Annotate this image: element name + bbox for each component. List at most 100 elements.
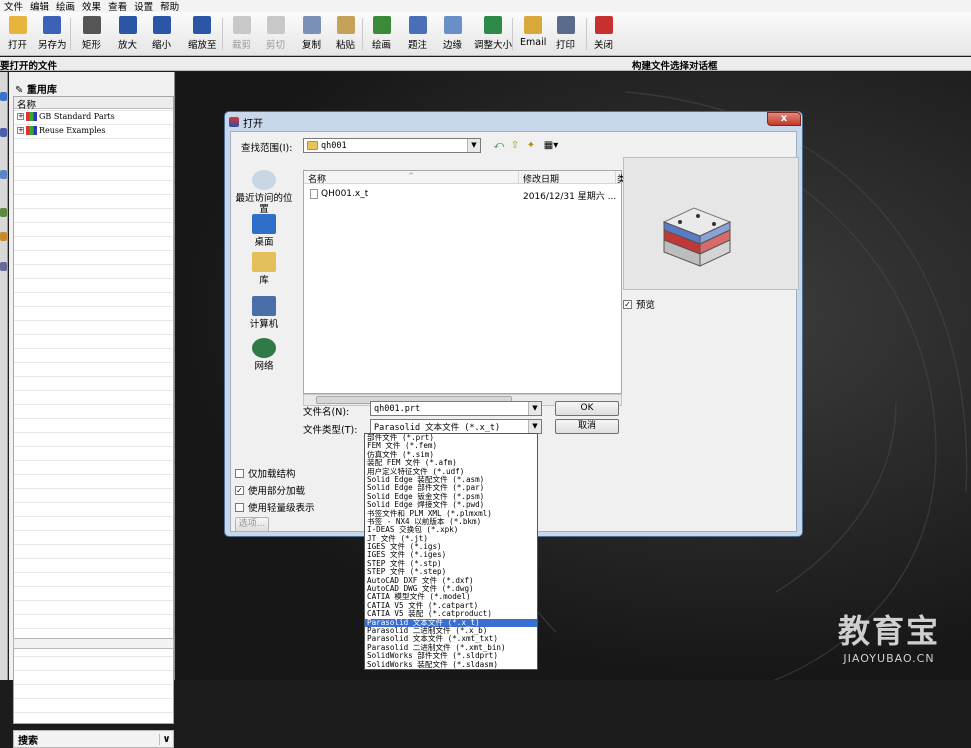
- load-structure-checkbox[interactable]: 仅加载结构: [235, 466, 296, 480]
- toolbar-button-caption[interactable]: 题注: [408, 14, 427, 54]
- toolbar-separator: [70, 18, 71, 50]
- place-desktop[interactable]: 桌面: [234, 214, 294, 248]
- toolbar-label: 粘贴: [336, 40, 356, 51]
- option-label: 使用部分加载: [248, 486, 306, 497]
- filetype-dropdown-list[interactable]: 部件文件 (*.prt) FEM 文件 (*.fem) 仿真文件 (*.sim) 装配…: [364, 433, 538, 670]
- email-icon: [524, 16, 543, 34]
- resource-tab-icon[interactable]: [0, 262, 7, 271]
- column-date[interactable]: 修改日期: [523, 172, 559, 185]
- toolbar-button-zoom-out[interactable]: 缩小: [152, 14, 171, 54]
- library-icon: ✎: [15, 85, 24, 96]
- checkbox-box[interactable]: ✓: [623, 299, 632, 309]
- preview-checkbox[interactable]: ✓ 预览: [623, 297, 655, 311]
- print-icon: [556, 16, 575, 34]
- chevron-down-icon[interactable]: ▼: [528, 420, 541, 433]
- library-tree[interactable]: 名称 + GB Standard Parts + Reuse Examples: [13, 96, 174, 724]
- tree-item[interactable]: + Reuse Examples: [14, 123, 173, 137]
- toolbar-button-zoom-in[interactable]: 放大: [118, 14, 137, 54]
- options-button[interactable]: 选项...: [235, 517, 269, 532]
- toolbar-button-power[interactable]: 关闭: [594, 14, 613, 54]
- place-recent[interactable]: 最近访问的位置: [234, 170, 294, 215]
- folder-icon: [307, 141, 318, 150]
- app-icon: [229, 117, 239, 127]
- libraries-icon: [252, 252, 276, 272]
- toolbar-label: 边缘: [443, 40, 463, 51]
- chevron-down-icon[interactable]: ▼: [528, 402, 541, 415]
- toolbar-button-copy[interactable]: 复制: [302, 14, 321, 54]
- toolbar-button-resize[interactable]: 调整大小: [474, 14, 512, 54]
- toolbar-button-zoom-to[interactable]: 缩放至: [188, 14, 217, 54]
- chevron-down-icon[interactable]: ▼: [467, 139, 480, 152]
- file-row[interactable]: QH001.x_t 2016/12/31 星期六 ...: [304, 188, 621, 202]
- chevron-down-icon[interactable]: ∨: [159, 733, 173, 745]
- resource-tab-icon[interactable]: [0, 92, 7, 101]
- desktop-icon: [252, 214, 276, 234]
- toolbar-button-save[interactable]: 另存为: [38, 14, 67, 54]
- expand-icon[interactable]: +: [17, 112, 24, 120]
- tree-item[interactable]: + GB Standard Parts: [14, 109, 173, 123]
- tree-horizontal-scrollbar[interactable]: [13, 638, 174, 649]
- toolbar-button-print[interactable]: 打印: [556, 14, 575, 54]
- toolbar-button-email[interactable]: Email: [520, 14, 546, 54]
- toolbar-button-paint[interactable]: 绘画: [372, 14, 391, 54]
- cancel-button[interactable]: 取消: [555, 419, 619, 434]
- resource-tab-icon[interactable]: [0, 170, 7, 179]
- toolbar-button-crop[interactable]: 裁剪: [232, 14, 251, 54]
- checkbox-box[interactable]: ✓: [235, 485, 244, 495]
- partial-load-checkbox[interactable]: ✓ 使用部分加载: [235, 483, 305, 497]
- toolbar-button-cut[interactable]: 剪切: [266, 14, 285, 54]
- place-network[interactable]: 网络: [234, 338, 294, 372]
- lookin-combo[interactable]: qh001 ▼: [303, 138, 481, 153]
- toolbar-label: 缩小: [152, 40, 172, 51]
- toolbar-label: 题注: [408, 40, 428, 51]
- column-name[interactable]: 名称: [308, 172, 326, 185]
- expand-icon[interactable]: +: [17, 126, 24, 134]
- back-icon[interactable]: ⤺: [493, 140, 505, 151]
- files-panel-title: 要打开的文件: [0, 61, 58, 72]
- ok-button[interactable]: OK: [555, 401, 619, 416]
- resource-bar: [0, 72, 8, 680]
- resource-tab-icon[interactable]: [0, 128, 7, 137]
- column-divider[interactable]: [518, 171, 519, 184]
- view-menu-icon[interactable]: ▦▾: [541, 140, 561, 151]
- up-folder-icon[interactable]: ⇧: [509, 140, 521, 151]
- new-folder-icon[interactable]: ✦: [525, 140, 537, 151]
- close-button[interactable]: x: [767, 112, 801, 126]
- place-label: 计算机: [249, 319, 279, 330]
- checkbox-box[interactable]: [235, 468, 244, 478]
- toolbar-label: 打开: [8, 40, 28, 51]
- file-name: QH001.x_t: [321, 189, 369, 199]
- filename-label: 文件名(N):: [303, 407, 350, 418]
- filetype-combo[interactable]: Parasolid 文本文件 (*.x_t) ▼: [370, 419, 542, 434]
- toolbar-label: 调整大小: [474, 40, 513, 51]
- search-section[interactable]: 搜索 ∨: [13, 730, 174, 748]
- filename-input[interactable]: qh001.prt ▼: [370, 401, 542, 416]
- toolbar-button-border[interactable]: 边缘: [443, 14, 462, 54]
- crop-icon: [232, 16, 251, 34]
- checkbox-box[interactable]: [235, 502, 244, 512]
- place-label: 桌面: [254, 237, 274, 248]
- toolbar-button-paste[interactable]: 粘贴: [336, 14, 355, 54]
- file-list[interactable]: 名称 ^ 修改日期 类 QH001.x_t 2016/12/31 星期六 ...: [303, 170, 626, 394]
- lookin-label: 查找范围(I):: [241, 143, 293, 154]
- place-computer[interactable]: 计算机: [234, 296, 294, 330]
- reuse-library-label: 重用库: [26, 85, 57, 96]
- file-date: 2016/12/31 星期六 ...: [523, 192, 617, 202]
- lightweight-checkbox[interactable]: 使用轻量级表示: [235, 500, 315, 514]
- resource-tab-icon[interactable]: [0, 208, 7, 217]
- resource-tab-icon[interactable]: [0, 232, 7, 241]
- lookin-value: qh001: [321, 140, 347, 151]
- title-strip: 要打开的文件 构建文件选择对话框: [0, 57, 971, 72]
- watermark: 教育宝 JIAOYUBAO.CN: [838, 606, 940, 665]
- place-libraries[interactable]: 库: [234, 252, 294, 286]
- toolbar-label: 缩放至: [188, 40, 217, 51]
- filetype-option[interactable]: SolidWorks 装配文件 (*.sldasm): [365, 660, 537, 669]
- option-label: 仅加载结构: [248, 469, 296, 480]
- tree-column-header[interactable]: 名称: [14, 97, 173, 111]
- column-divider[interactable]: [615, 171, 616, 184]
- toolbar-button-open-folder[interactable]: 打开: [8, 14, 27, 54]
- dialog-title-bar: 打开: [229, 114, 263, 130]
- file-list-header: 名称 ^ 修改日期 类: [304, 171, 626, 185]
- window-title: 构建文件选择对话框: [632, 61, 718, 72]
- toolbar-button-rect-select[interactable]: 矩形: [82, 14, 101, 54]
